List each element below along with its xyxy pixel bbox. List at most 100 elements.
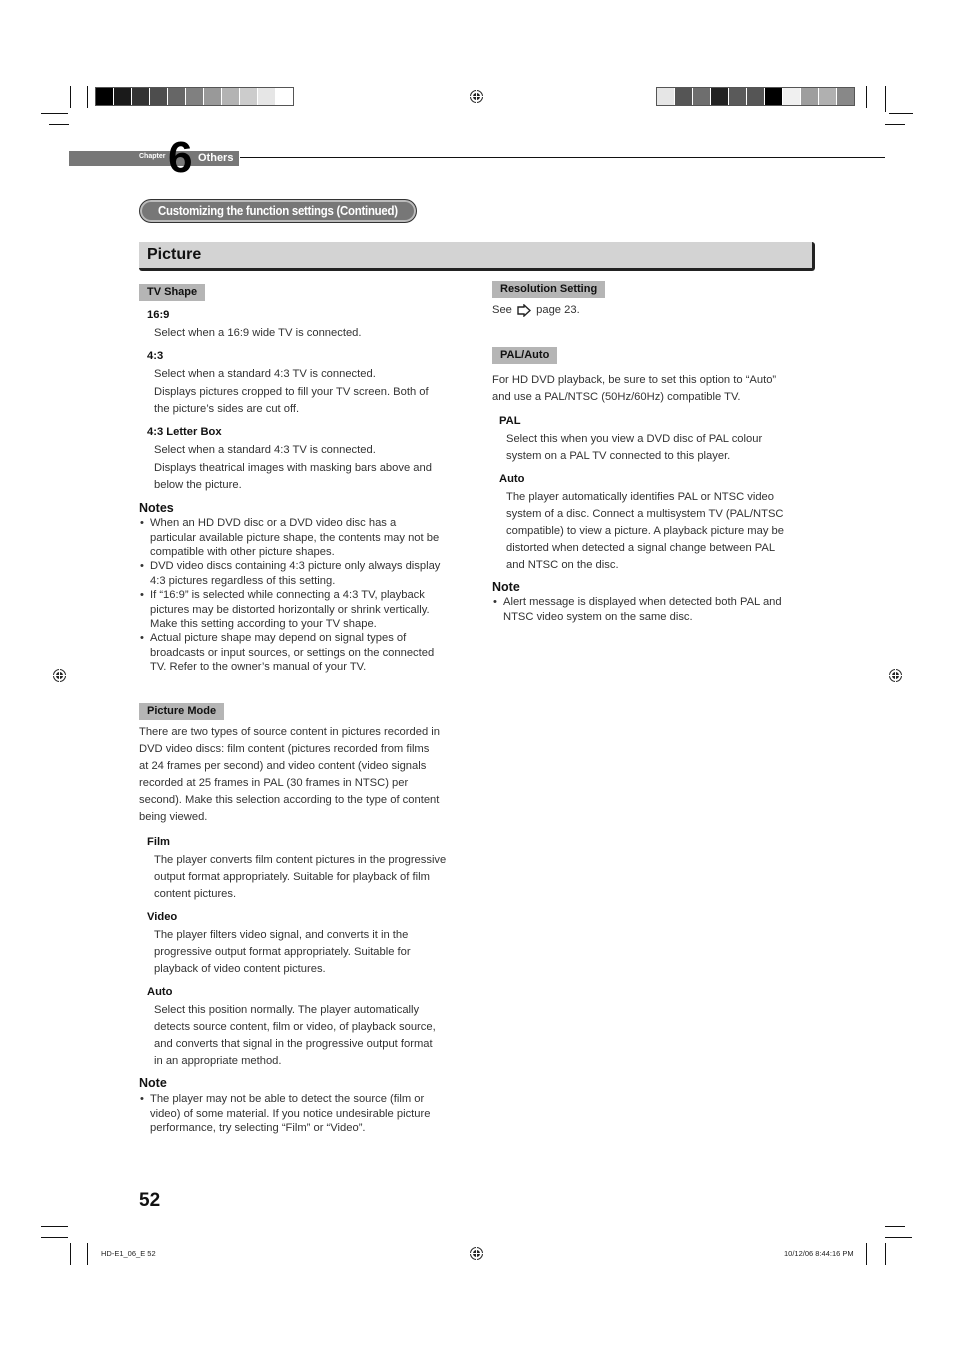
crop-mark (87, 1243, 88, 1265)
option-text: distorted when detected a signal change … (506, 542, 776, 554)
option-text: The player filters video signal, and con… (154, 929, 409, 941)
color-calibration-strip-left (95, 87, 294, 106)
color-swatch (837, 88, 854, 105)
color-swatch (819, 88, 837, 105)
option-text: output format appropriately. Suitable fo… (154, 871, 430, 883)
note-heading: Note (139, 1076, 167, 1090)
color-swatch (747, 88, 765, 105)
option-title: 16:9 (147, 309, 170, 321)
note-item: • Actual picture shape may depend on sign… (140, 632, 435, 673)
option-text: Select when a standard 4:3 TV is connect… (154, 444, 376, 456)
option-text: The player converts film content picture… (154, 854, 447, 866)
option-text: content pictures. (154, 888, 237, 900)
option-text: Select when a standard 4:3 TV is connect… (154, 368, 376, 380)
crop-mark (889, 113, 913, 114)
option-text: Displays pictures cropped to fill your T… (154, 386, 429, 398)
intro-text: and use a PAL/NTSC (50Hz/60Hz) compatibl… (492, 391, 741, 403)
option-text: Select this when you view a DVD disc of … (506, 433, 763, 445)
option-text: The player automatically identifies PAL … (506, 491, 774, 503)
option-title: Auto (499, 473, 525, 485)
notes-heading: Notes (139, 501, 174, 515)
print-slug-timestamp: 10/12/06 8:44:16 PM (784, 1249, 854, 1258)
note-item: • When an HD DVD disc or a DVD video disc… (140, 517, 440, 558)
color-swatch (132, 88, 150, 105)
intro-text: For HD DVD playback, be sure to set this… (492, 374, 777, 386)
option-text: Select when a 16:9 wide TV is connected. (154, 327, 362, 339)
section-pill-label: Customizing the function settings (Conti… (158, 203, 398, 218)
color-swatch (783, 88, 801, 105)
registration-target-icon (468, 1245, 485, 1262)
page-reference-link[interactable]: page 23. (536, 304, 580, 316)
option-title: Video (147, 911, 178, 923)
option-text: compatible) to view a picture. A playbac… (506, 525, 784, 537)
option-title: 4:3 (147, 350, 164, 362)
page-number: 52 (139, 1190, 161, 1211)
color-swatch (276, 88, 293, 105)
option-text: below the picture. (154, 479, 242, 491)
pal-auto-tag: PAL/Auto (492, 347, 558, 364)
note-item: • If “16:9” is selected while connecting … (140, 589, 430, 630)
section-title: Picture (147, 246, 202, 263)
option-text: playback of video content pictures. (154, 963, 326, 975)
color-swatch (204, 88, 222, 105)
option-title: Film (147, 836, 170, 848)
color-swatch (114, 88, 132, 105)
option-text: Select this position normally. The playe… (154, 1004, 420, 1016)
option-text: system on a PAL TV connected to this pla… (506, 450, 731, 462)
option-text: system of a disc. Connect a multisystem … (506, 508, 784, 520)
registration-target-icon (51, 667, 68, 684)
crop-mark (885, 1237, 912, 1238)
picture-mode-tag: Picture Mode (139, 703, 225, 720)
option-title: 4:3 Letter Box (147, 426, 222, 438)
crop-mark (885, 86, 886, 112)
tv-shape-tag: TV Shape (139, 284, 206, 301)
crop-mark (70, 86, 71, 108)
color-swatch (693, 88, 711, 105)
section-header: Picture (139, 242, 815, 271)
option-title: PAL (499, 415, 521, 427)
note-item: • The player may not be able to detect th… (140, 1093, 431, 1134)
option-text: and converts that signal in the progress… (154, 1038, 433, 1050)
resolution-reference: See page 23. (492, 303, 580, 317)
registration-target-icon (468, 88, 485, 105)
color-swatch (729, 88, 747, 105)
intro-text: There are two types of source content in… (139, 726, 440, 738)
option-text: detects source content, film or video, o… (154, 1021, 436, 1033)
chapter-label: Chapter (139, 153, 166, 160)
option-text: and NTSC on the disc. (506, 559, 619, 571)
color-swatch (168, 88, 186, 105)
intro-text: second). Make this selection according t… (139, 794, 440, 806)
color-swatch (186, 88, 204, 105)
crop-mark (885, 1226, 905, 1227)
crop-mark (885, 1243, 886, 1265)
option-text: progressive output format appropriately.… (154, 946, 411, 958)
registration-target-icon (887, 667, 904, 684)
note-item: • Alert message is displayed when detecte… (493, 596, 782, 623)
chapter-number: 6 (168, 133, 193, 182)
intro-text: recorded at 25 frames in PAL (30 frames … (139, 777, 409, 789)
chapter-title: Others (198, 152, 234, 164)
color-swatch (258, 88, 276, 105)
crop-mark (885, 124, 905, 125)
option-title: Auto (147, 986, 173, 998)
crop-mark (70, 1243, 71, 1265)
resolution-setting-tag: Resolution Setting (492, 281, 606, 298)
color-swatch (801, 88, 819, 105)
note-heading: Note (492, 580, 520, 594)
crop-mark (866, 1243, 867, 1265)
option-text: the picture’s sides are cut off. (154, 403, 300, 415)
note-item: • DVD video discs containing 4:3 picture … (140, 560, 441, 587)
crop-mark (87, 86, 88, 108)
crop-mark (41, 113, 68, 114)
color-swatch (96, 88, 114, 105)
color-swatch (657, 88, 675, 105)
color-swatch (240, 88, 258, 105)
intro-text: being viewed. (139, 811, 208, 823)
print-slug-file: HD-E1_06_E 52 (101, 1249, 156, 1258)
color-swatch (675, 88, 693, 105)
option-text: in an appropriate method. (154, 1055, 282, 1067)
option-text: Displays theatrical images with masking … (154, 462, 432, 474)
page-reference-arrow-icon (517, 303, 532, 317)
crop-mark (866, 86, 867, 108)
chapter-rule (240, 157, 885, 158)
